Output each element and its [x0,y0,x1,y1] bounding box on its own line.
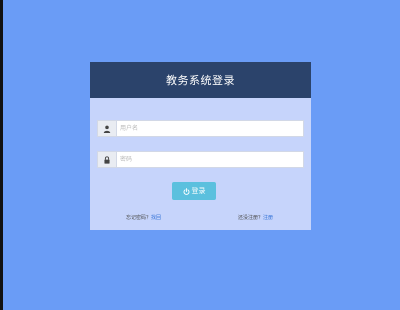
login-header: 教务系统登录 [90,62,311,98]
forgot-password-text: 忘记密码？ [126,215,152,221]
forgot-password: 忘记密码？找回 [126,214,161,221]
password-field [97,151,304,168]
forgot-password-link[interactable]: 找回 [151,215,161,221]
password-input[interactable] [117,152,303,167]
register-link[interactable]: 注册 [263,215,273,221]
login-button[interactable]: 登录 [172,182,216,200]
power-icon [183,187,190,195]
lock-icon [98,152,117,167]
login-panel: 教务系统登录 登录 忘记密码？找回 还没注册？注册 [90,62,311,230]
login-title: 教务系统登录 [166,74,235,87]
register-text: 还没注册？ [238,215,264,221]
window-left-edge [0,0,3,310]
username-input[interactable] [117,121,303,136]
user-icon [98,121,117,136]
register: 还没注册？注册 [238,214,273,221]
login-button-label: 登录 [191,187,206,195]
username-field [97,120,304,137]
